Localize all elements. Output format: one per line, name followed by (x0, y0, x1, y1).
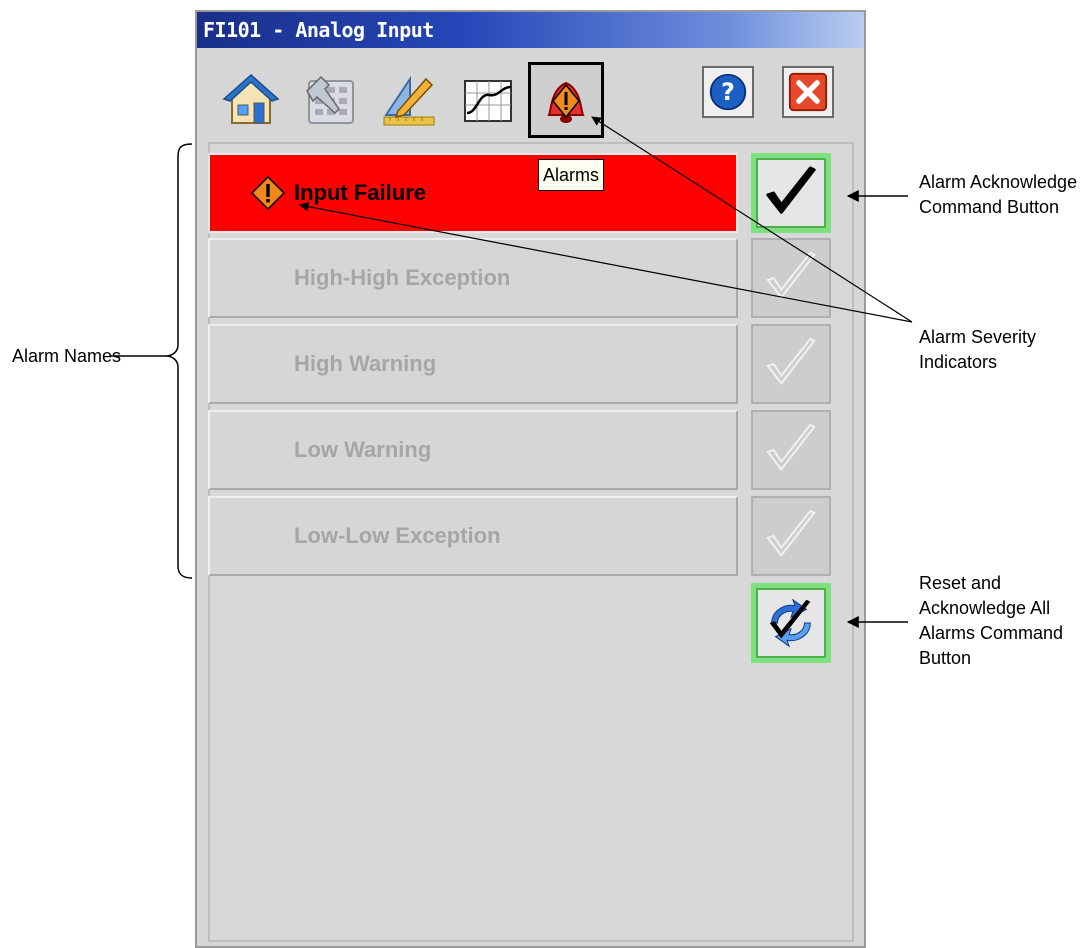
alarm-row-input-failure[interactable]: Input Failure (208, 153, 738, 233)
checkmark-icon (766, 166, 816, 214)
close-icon (788, 72, 828, 112)
alarm-row-high-high[interactable]: High-High Exception (208, 238, 738, 318)
reset-label: Reset and Acknowledge All Alarms Command… (919, 571, 1063, 671)
alarm-acknowledge-button-disabled[interactable] (751, 238, 831, 318)
home-icon (222, 73, 280, 124)
alarms-tab[interactable] (528, 62, 604, 138)
checkmark-icon (766, 337, 816, 385)
alarm-name: High-High Exception (294, 265, 511, 290)
alarms-tooltip: Alarms (538, 159, 605, 191)
alarm-names-brace (165, 143, 193, 579)
reset-acknowledge-all-button[interactable] (751, 583, 831, 663)
maintenance-tab[interactable] (292, 62, 368, 138)
reset-label-line: Acknowledge All (919, 598, 1051, 618)
svg-text:?: ? (721, 78, 735, 106)
checkmark-icon (766, 423, 816, 471)
alarm-acknowledge-button-disabled[interactable] (751, 496, 831, 576)
alarm-row-low-warning[interactable]: Low Warning (208, 410, 738, 490)
engineering-icon (383, 75, 435, 126)
help-button[interactable]: ? (702, 66, 754, 118)
checkmark-icon (766, 251, 816, 299)
ack-button-label-line: Command Button (919, 197, 1060, 217)
window-title: FI101 - Analog Input (197, 12, 864, 48)
home-tab[interactable] (213, 62, 289, 138)
help-icon: ? (709, 73, 747, 111)
trend-icon (464, 80, 512, 122)
trend-tab[interactable] (450, 62, 526, 138)
reset-label-line: Button (919, 648, 972, 668)
alarm-bell-icon (547, 81, 585, 123)
engineering-tab[interactable] (371, 62, 447, 138)
reset-label-line: Alarms Command (919, 623, 1064, 643)
alarm-row-high-warning[interactable]: High Warning (208, 324, 738, 404)
faceplate-window: FI101 - Analog Input ? Input Failure Hig… (195, 10, 866, 948)
alarm-acknowledge-button[interactable] (751, 153, 831, 233)
severity-label-line: Alarm Severity (919, 327, 1037, 347)
severity-indicator-icon (250, 175, 286, 211)
alarm-names-label: Alarm Names (12, 346, 122, 366)
alarm-name: Low-Low Exception (294, 523, 501, 548)
maintenance-icon (306, 75, 354, 124)
alarm-row-low-low[interactable]: Low-Low Exception (208, 496, 738, 576)
ack-button-label: Alarm Acknowledge Command Button (919, 170, 1077, 220)
severity-label: Alarm Severity Indicators (919, 325, 1036, 375)
alarm-name: Input Failure (294, 180, 426, 205)
alarm-acknowledge-button-disabled[interactable] (751, 410, 831, 490)
alarm-name: Low Warning (294, 437, 432, 462)
reset-acknowledge-icon (769, 598, 811, 648)
close-button[interactable] (782, 66, 834, 118)
alarm-name: High Warning (294, 351, 437, 376)
alarm-acknowledge-button-disabled[interactable] (751, 324, 831, 404)
checkmark-icon (766, 509, 816, 557)
severity-label-line: Indicators (919, 352, 998, 372)
reset-label-line: Reset and (919, 573, 1002, 593)
ack-button-label-line: Alarm Acknowledge (919, 172, 1078, 192)
toolbar: ? (195, 50, 866, 150)
